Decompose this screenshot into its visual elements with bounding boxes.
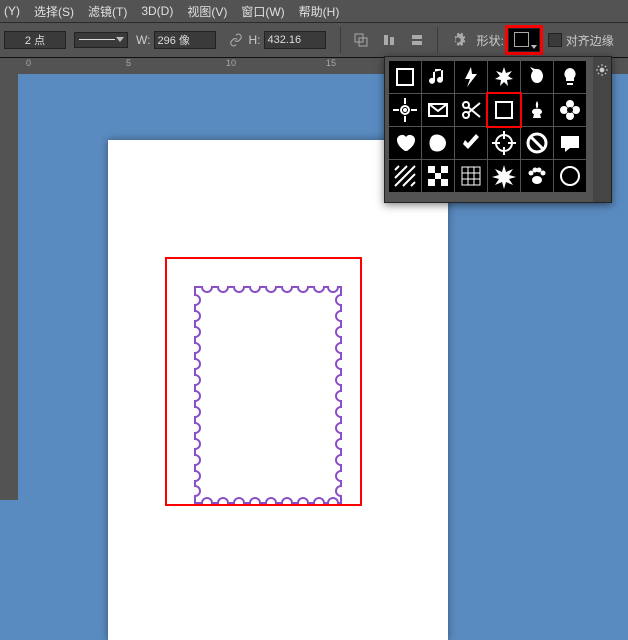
align-edges-label: 对齐边缘 [566,32,614,49]
shape-crosshair[interactable] [488,127,520,159]
align-icon[interactable] [376,28,402,52]
menu-item-select[interactable]: 选择(S) [34,3,74,20]
shape-hatch[interactable] [389,160,421,192]
shape-checkmark[interactable] [455,127,487,159]
stamp-shape[interactable] [194,286,342,504]
shape-target[interactable] [389,94,421,126]
shape-pawprint[interactable] [521,160,553,192]
shape-picker-swatch[interactable] [508,28,540,52]
divider [437,27,438,53]
menu-item-help[interactable]: 帮助(H) [299,3,340,20]
shape-speech-bubble[interactable] [554,127,586,159]
align-edges-checkbox[interactable] [548,33,562,47]
shape-lightning[interactable] [455,61,487,93]
menu-bar: (Y) 选择(S) 滤镜(T) 3D(D) 视图(V) 窗口(W) 帮助(H) [0,0,628,22]
menu-item-3d[interactable]: 3D(D) [141,4,173,18]
shape-lightbulb[interactable] [554,61,586,93]
stroke-width-input[interactable]: 2 点 [4,31,66,49]
document-page [108,140,448,640]
options-bar: 2 点 W: H: 形状: 对齐边缘 [0,22,628,58]
menu-item-filter[interactable]: 滤镜(T) [88,3,127,20]
arrange-icon[interactable] [404,28,430,52]
panel-flyout-button[interactable] [593,57,611,202]
menu-item-window[interactable]: 窗口(W) [241,3,284,20]
shape-grid[interactable] [455,160,487,192]
shape-scissors[interactable] [455,94,487,126]
selection-highlight [165,257,362,506]
path-combine-icon[interactable] [348,28,374,52]
menu-item-y[interactable]: (Y) [4,4,20,18]
width-input[interactable] [154,31,216,49]
shape-splash[interactable] [521,61,553,93]
link-wh-icon[interactable] [228,32,244,48]
shape-envelope[interactable] [422,94,454,126]
shape-burst-many[interactable] [488,61,520,93]
menu-item-view[interactable]: 视图(V) [187,3,227,20]
shape-checker[interactable] [422,160,454,192]
shape-grid [385,57,611,196]
shape-circle-outline[interactable] [554,160,586,192]
shape-burst[interactable] [488,160,520,192]
shape-no-symbol[interactable] [521,127,553,159]
height-label: H: [248,33,260,47]
shape-stamp-frame[interactable] [389,61,421,93]
ruler-vertical [0,74,19,500]
divider [340,27,341,53]
gear-icon[interactable] [445,28,471,52]
shape-label: 形状: [476,32,503,49]
stroke-style-dropdown[interactable] [74,32,128,48]
shape-blob[interactable] [422,127,454,159]
width-label: W: [136,33,150,47]
shape-picker-panel [384,56,612,203]
height-input[interactable] [264,31,326,49]
shape-fleur[interactable] [521,94,553,126]
shape-flower[interactable] [554,94,586,126]
shape-music-note[interactable] [422,61,454,93]
shape-heart[interactable] [389,127,421,159]
shape-square[interactable] [488,94,520,126]
